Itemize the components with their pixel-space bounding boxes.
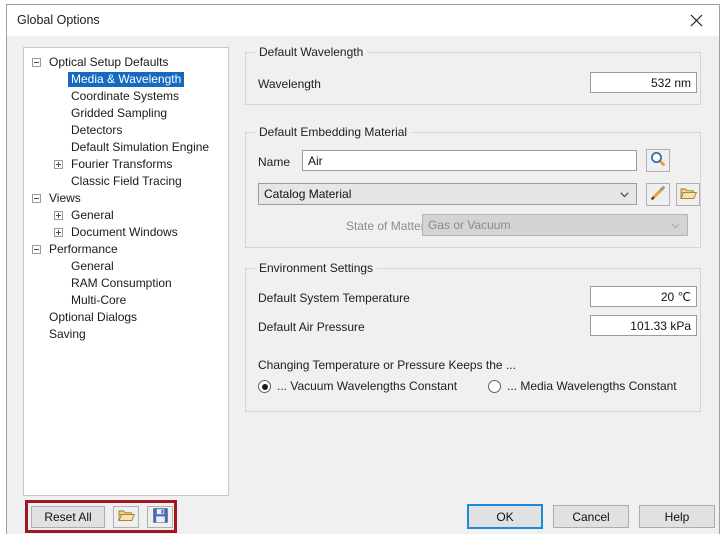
material-open-catalog-button[interactable] <box>676 183 700 206</box>
tree-item-label: Performance <box>49 242 118 256</box>
collapse-icon[interactable] <box>32 194 41 203</box>
default-air-pressure-input[interactable]: 101.33 kPa <box>590 315 697 336</box>
material-type-value: Catalog Material <box>264 187 352 201</box>
close-icon <box>690 14 703 27</box>
title-bar: Global Options <box>7 5 719 36</box>
tree-item-media-wavelength[interactable]: Media & Wavelength <box>24 71 228 88</box>
radio-indicator <box>488 380 501 393</box>
reset-all-button[interactable]: Reset All <box>31 506 105 528</box>
material-type-select[interactable]: Catalog Material <box>258 183 637 205</box>
tree-item-general[interactable]: General <box>24 258 228 275</box>
environment-settings-title: Environment Settings <box>255 261 378 275</box>
tree-item-label: Document Windows <box>71 225 178 239</box>
chevron-down-icon <box>671 223 680 229</box>
tree-item-saving[interactable]: Saving <box>24 326 228 343</box>
folder-open-icon <box>117 508 135 526</box>
material-name-label: Name <box>258 155 291 169</box>
tree-item-optional-dialogs[interactable]: Optional Dialogs <box>24 309 228 326</box>
material-search-button[interactable] <box>646 149 670 172</box>
save-disk-icon <box>152 508 168 526</box>
tree-item-detectors[interactable]: Detectors <box>24 122 228 139</box>
state-of-matter-value: Gas or Vacuum <box>428 218 511 232</box>
state-of-matter-select: Gas or Vacuum <box>422 214 688 236</box>
cancel-button[interactable]: Cancel <box>553 505 629 528</box>
tree-item-coordinate-systems[interactable]: Coordinate Systems <box>24 88 228 105</box>
environment-settings-group: Environment Settings Default System Temp… <box>245 261 701 412</box>
tree-item-label: Media & Wavelength <box>68 72 185 87</box>
tree-item-multi-core[interactable]: Multi-Core <box>24 292 228 309</box>
default-wavelength-group: Default Wavelength Wavelength 532 nm <box>245 45 701 105</box>
tree-item-views[interactable]: Views <box>24 190 228 207</box>
tree-item-label: Detectors <box>71 123 123 137</box>
expand-icon[interactable] <box>54 211 63 220</box>
tree-item-classic-field-tracing[interactable]: Classic Field Tracing <box>24 173 228 190</box>
radio-media-label: ... Media Wavelengths Constant <box>507 379 677 393</box>
global-options-dialog: Global Options Optical Setup Defaults Med… <box>6 4 720 534</box>
tree-item-label: Optional Dialogs <box>49 310 138 324</box>
tree-item-label: Saving <box>49 327 86 341</box>
collapse-icon[interactable] <box>32 245 41 254</box>
tree-item-label: Multi-Core <box>71 293 127 307</box>
tree-item-label: RAM Consumption <box>71 276 172 290</box>
help-button[interactable]: Help <box>639 505 715 528</box>
material-edit-button[interactable] <box>646 183 670 206</box>
keeps-the-prompt: Changing Temperature or Pressure Keeps t… <box>258 358 516 372</box>
tree-item-document-windows[interactable]: Document Windows <box>24 224 228 241</box>
tree-item-performance[interactable]: Performance <box>24 241 228 258</box>
radio-vacuum-label: ... Vacuum Wavelengths Constant <box>277 379 458 393</box>
wavelength-input[interactable]: 532 nm <box>590 72 697 93</box>
tree-item-ram-consumption[interactable]: RAM Consumption <box>24 275 228 292</box>
tree-item-default-simulation-engine[interactable]: Default Simulation Engine <box>24 139 228 156</box>
material-name-input[interactable]: Air <box>302 150 637 171</box>
dialog-body: Optical Setup Defaults Media & Wavelength… <box>7 36 719 534</box>
tree-item-fourier-transforms[interactable]: Fourier Transforms <box>24 156 228 173</box>
expand-icon[interactable] <box>54 160 63 169</box>
ok-button[interactable]: OK <box>467 504 543 529</box>
folder-open-icon <box>679 186 697 204</box>
tree-item-label: Gridded Sampling <box>71 106 168 120</box>
expand-icon[interactable] <box>54 228 63 237</box>
default-system-temperature-label: Default System Temperature <box>258 291 410 305</box>
tree-item-label: Optical Setup Defaults <box>49 55 169 69</box>
default-system-temperature-input[interactable]: 20 ℃ <box>590 286 697 307</box>
pencil-icon <box>650 185 666 204</box>
tree-item-label: Classic Field Tracing <box>71 174 182 188</box>
default-wavelength-title: Default Wavelength <box>255 45 368 59</box>
options-tree[interactable]: Optical Setup Defaults Media & Wavelength… <box>23 47 229 496</box>
tree-item-gridded-sampling[interactable]: Gridded Sampling <box>24 105 228 122</box>
tree-item-label: Views <box>49 191 81 205</box>
default-embedding-material-title: Default Embedding Material <box>255 125 412 139</box>
tree-item-label: Coordinate Systems <box>71 89 180 103</box>
tree-item-optical-setup-defaults[interactable]: Optical Setup Defaults <box>24 54 228 71</box>
tree-item-label: General <box>71 208 114 222</box>
chevron-down-icon <box>620 192 629 198</box>
tree-item-label: Default Simulation Engine <box>71 140 210 154</box>
collapse-icon[interactable] <box>32 58 41 67</box>
tree-item-general[interactable]: General <box>24 207 228 224</box>
window-title: Global Options <box>17 13 100 27</box>
close-button[interactable] <box>674 5 719 35</box>
default-embedding-material-group: Default Embedding Material Name Air Cata… <box>245 125 701 248</box>
search-icon <box>650 151 666 170</box>
radio-indicator <box>258 380 271 393</box>
default-air-pressure-label: Default Air Pressure <box>258 320 365 334</box>
tree-item-label: Fourier Transforms <box>71 157 173 171</box>
load-settings-button[interactable] <box>113 506 139 528</box>
save-settings-button[interactable] <box>147 506 173 528</box>
state-of-matter-label: State of Matter <box>346 219 425 233</box>
tree-item-label: General <box>71 259 114 273</box>
wavelength-label: Wavelength <box>258 77 321 91</box>
